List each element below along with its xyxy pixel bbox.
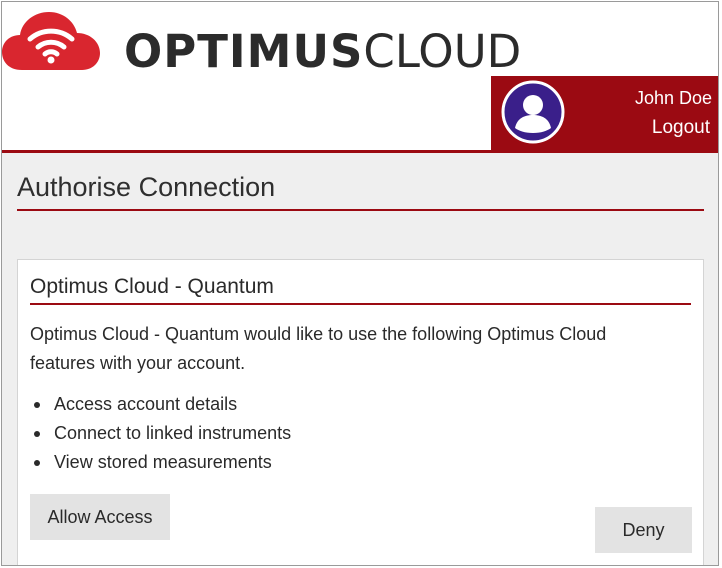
user-avatar-icon	[501, 80, 565, 144]
card-divider	[30, 303, 691, 305]
allow-access-button[interactable]: Allow Access	[30, 494, 170, 540]
app-window: OPTIMUSCLOUD John Doe Logout Authorise C…	[1, 1, 719, 566]
brand-name-light: CLOUD	[363, 25, 522, 78]
title-divider	[17, 209, 704, 211]
brand-name-bold: OPTIMUS	[124, 25, 364, 78]
list-item: Connect to linked instruments	[30, 419, 291, 448]
user-name: John Doe	[634, 88, 712, 108]
card-title: Optimus Cloud - Quantum	[30, 275, 274, 298]
logout-link[interactable]: Logout	[652, 117, 710, 139]
list-item: View stored measurements	[30, 448, 291, 477]
cloud-wifi-icon	[2, 12, 100, 70]
page-title: Authorise Connection	[17, 172, 276, 202]
deny-button[interactable]: Deny	[595, 507, 692, 553]
card-description: Optimus Cloud - Quantum would like to us…	[30, 324, 607, 373]
authorisation-card: Optimus Cloud - Quantum Optimus Cloud - …	[17, 259, 704, 565]
feature-list: Access account details Connect to linked…	[30, 390, 291, 477]
header: OPTIMUSCLOUD John Doe Logout	[2, 2, 718, 150]
brand-wordmark: OPTIMUSCLOUD	[124, 24, 521, 80]
user-panel: John Doe Logout	[491, 76, 718, 150]
list-item: Access account details	[30, 390, 291, 419]
header-divider	[2, 150, 718, 153]
